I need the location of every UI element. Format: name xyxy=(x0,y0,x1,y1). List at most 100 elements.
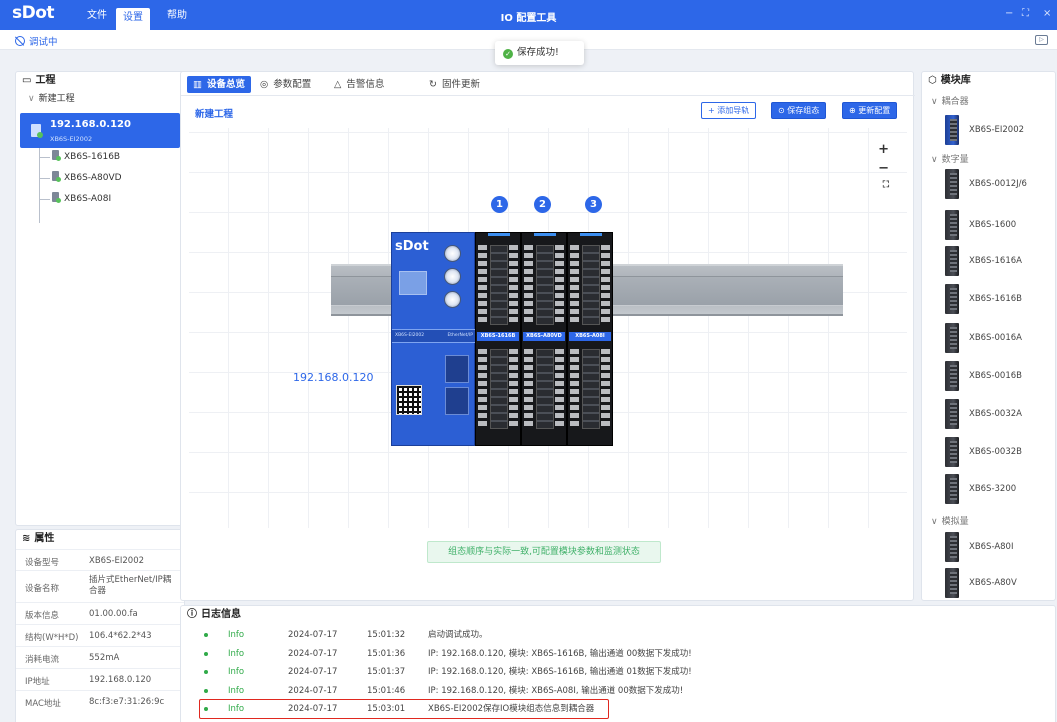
layers-icon: ≋ xyxy=(22,533,31,544)
folder-icon: ▭ xyxy=(22,75,32,86)
rotary-switch-icon xyxy=(444,245,461,262)
tab-device-overview[interactable]: ▥ 设备总览 xyxy=(187,76,251,93)
tree-root[interactable]: ∨ 新建工程 xyxy=(16,91,184,107)
device-canvas[interactable]: + − ⛶ 1 2 3 sDot XB6S-EI2002 EtherNet/IP… xyxy=(189,128,907,528)
chevron-down-icon: ∨ xyxy=(28,94,35,104)
io-module[interactable]: XB6S-A80VD xyxy=(521,232,567,446)
project-panel: ▭ 工程 ∨ 新建工程 192.168.0.120 XB6S-EI2002 XB6S… xyxy=(15,71,185,526)
tree-line xyxy=(39,148,40,223)
qr-code xyxy=(396,385,422,415)
cube-icon: ⬡ xyxy=(928,75,937,86)
target-icon: ◎ xyxy=(260,79,269,90)
module-thumbnail xyxy=(945,399,959,429)
property-row: 设备型号 XB6S-EI2002 xyxy=(16,549,184,570)
module-thumbnail xyxy=(945,474,959,504)
tab-bar: ▥ 设备总览 ◎ 参数配置 △ 告警信息 ↻ 固件更新 xyxy=(181,72,915,96)
tree-node-module[interactable]: XB6S-1616B xyxy=(40,150,120,164)
property-row: 设备名称 插片式EtherNet/IP耦合器 xyxy=(16,570,184,602)
log-heading: ⓘ 日志信息 xyxy=(181,606,1055,625)
tab-alarm-info[interactable]: △ 告警信息 xyxy=(328,76,390,93)
property-row: IP地址 192.168.0.120 xyxy=(16,668,184,690)
module-thumbnail xyxy=(945,284,959,314)
library-group[interactable]: ∨ 数字量 xyxy=(931,152,969,165)
module-thumbnail xyxy=(945,437,959,467)
log-row: Info 2024-07-17 15:01:36 IP: 192.168.0.120,… xyxy=(181,646,1057,662)
module-thumbnail xyxy=(945,532,959,562)
tree-node-module[interactable]: XB6S-A08I xyxy=(40,192,111,206)
coupler-device[interactable]: sDot XB6S-EI2002 EtherNet/IP xyxy=(391,232,476,446)
menu-file[interactable]: 文件 xyxy=(80,6,114,26)
library-group[interactable]: ∨ 模拟量 xyxy=(931,514,969,527)
debug-off-icon xyxy=(15,36,25,46)
chevron-down-icon: ∨ xyxy=(931,517,938,527)
module-thumbnail xyxy=(945,246,959,276)
hint-banner: 组态顺序与实际一致,可配置模块参数和监测状态 xyxy=(427,541,661,563)
coupler-brand: sDot xyxy=(395,239,429,254)
module-library-panel: ⬡ 模块库 ∨ 耦合器 XB6S-EI2002 ∨ 数字量 XB6S-0012J/6 … xyxy=(921,71,1056,601)
refresh-icon: ↻ xyxy=(429,79,437,90)
module-thumbnail xyxy=(945,323,959,353)
window-title: IO 配置工具 xyxy=(500,13,557,24)
module-icon xyxy=(52,192,61,203)
property-row: MAC地址 8c:f3:e7:31:26:9c xyxy=(16,690,184,712)
module-index-badge: 3 xyxy=(585,196,602,213)
maximize-icon[interactable]: ⛶ xyxy=(1022,8,1029,19)
log-highlight-box xyxy=(199,699,609,719)
log-panel: ⓘ 日志信息 Info 2024-07-17 15:01:32 启动调试成功。 Info… xyxy=(180,605,1056,722)
menu-settings[interactable]: 设置 xyxy=(116,8,150,30)
log-row: Info 2024-07-17 15:01:46 IP: 192.168.0.120,… xyxy=(181,683,1057,699)
rotary-switch-icon xyxy=(444,268,461,285)
module-icon xyxy=(52,171,61,182)
update-config-button[interactable]: ⊕ 更新配置 xyxy=(842,102,898,119)
ethernet-port-icon xyxy=(445,387,469,415)
minimize-icon[interactable]: − xyxy=(1005,8,1013,19)
check-circle-icon: ✓ xyxy=(503,49,513,59)
io-module[interactable]: XB6S-A08I xyxy=(567,232,613,446)
module-thumbnail xyxy=(945,361,959,391)
module-icon xyxy=(52,150,61,161)
tab-firmware-update[interactable]: ↻ 固件更新 xyxy=(423,76,486,93)
zoom-out-icon[interactable]: − xyxy=(878,161,889,176)
menu-help[interactable]: 帮助 xyxy=(160,6,194,26)
module-index-badge: 2 xyxy=(534,196,551,213)
zoom-in-icon[interactable]: + xyxy=(878,142,889,157)
module-thumbnail xyxy=(945,568,959,598)
fit-screen-icon[interactable]: ⛶ xyxy=(883,180,889,190)
toast-text: 保存成功! xyxy=(517,47,559,58)
library-heading: ⬡ 模块库 xyxy=(922,72,1055,91)
library-group[interactable]: ∨ 耦合器 xyxy=(931,94,969,107)
module-label: XB6S-A80VD xyxy=(523,332,565,341)
status-leds xyxy=(399,271,427,295)
tree-node-coupler[interactable]: 192.168.0.120 XB6S-EI2002 xyxy=(20,113,180,148)
module-thumbnail xyxy=(945,169,959,199)
log-row: Info 2024-07-17 15:01:37 IP: 192.168.0.120,… xyxy=(181,664,1057,680)
app-logo: sDot xyxy=(12,3,55,23)
module-index-badge: 1 xyxy=(491,196,508,213)
title-bar: sDot 文件 设置 帮助 IO 配置工具 − ⛶ × xyxy=(0,0,1057,30)
properties-panel: ≋ 属性 设备型号 XB6S-EI2002 设备名称 插片式EtherNet/IP耦合… xyxy=(15,529,185,722)
close-icon[interactable]: × xyxy=(1043,8,1051,19)
tab-parameter-config[interactable]: ◎ 参数配置 xyxy=(254,76,317,93)
debug-status[interactable]: 调试中 xyxy=(15,34,58,48)
io-module[interactable]: XB6S-1616B xyxy=(475,232,521,446)
rotary-switch-icon xyxy=(444,291,461,308)
property-row: 版本信息 01.00.00.fa xyxy=(16,602,184,624)
property-row: 结构(W*H*D) 106.4*62.2*43 xyxy=(16,624,184,646)
coupler-label-strip: XB6S-EI2002 EtherNet/IP xyxy=(392,329,476,343)
properties-heading: ≋ 属性 xyxy=(16,530,184,549)
canvas-title: 新建工程 xyxy=(195,109,234,120)
save-config-button[interactable]: ⊙ 保存组态 xyxy=(771,102,827,119)
panel-collapse-icon[interactable]: ▷ xyxy=(1035,35,1048,45)
chevron-down-icon: ∨ xyxy=(931,155,938,165)
module-label: XB6S-1616B xyxy=(477,332,519,341)
device-ip-label: 192.168.0.120 xyxy=(293,371,374,384)
chevron-down-icon: ∨ xyxy=(931,97,938,107)
tree-node-module[interactable]: XB6S-A80VD xyxy=(40,171,122,185)
debug-status-label: 调试中 xyxy=(29,37,58,48)
module-thumbnail xyxy=(945,210,959,240)
ethernet-port-icon xyxy=(445,355,469,383)
module-label: XB6S-A08I xyxy=(569,332,611,341)
info-icon: ⓘ xyxy=(187,609,197,620)
add-rail-button[interactable]: + 添加导轨 xyxy=(701,102,757,119)
module-thumbnail xyxy=(945,115,959,145)
